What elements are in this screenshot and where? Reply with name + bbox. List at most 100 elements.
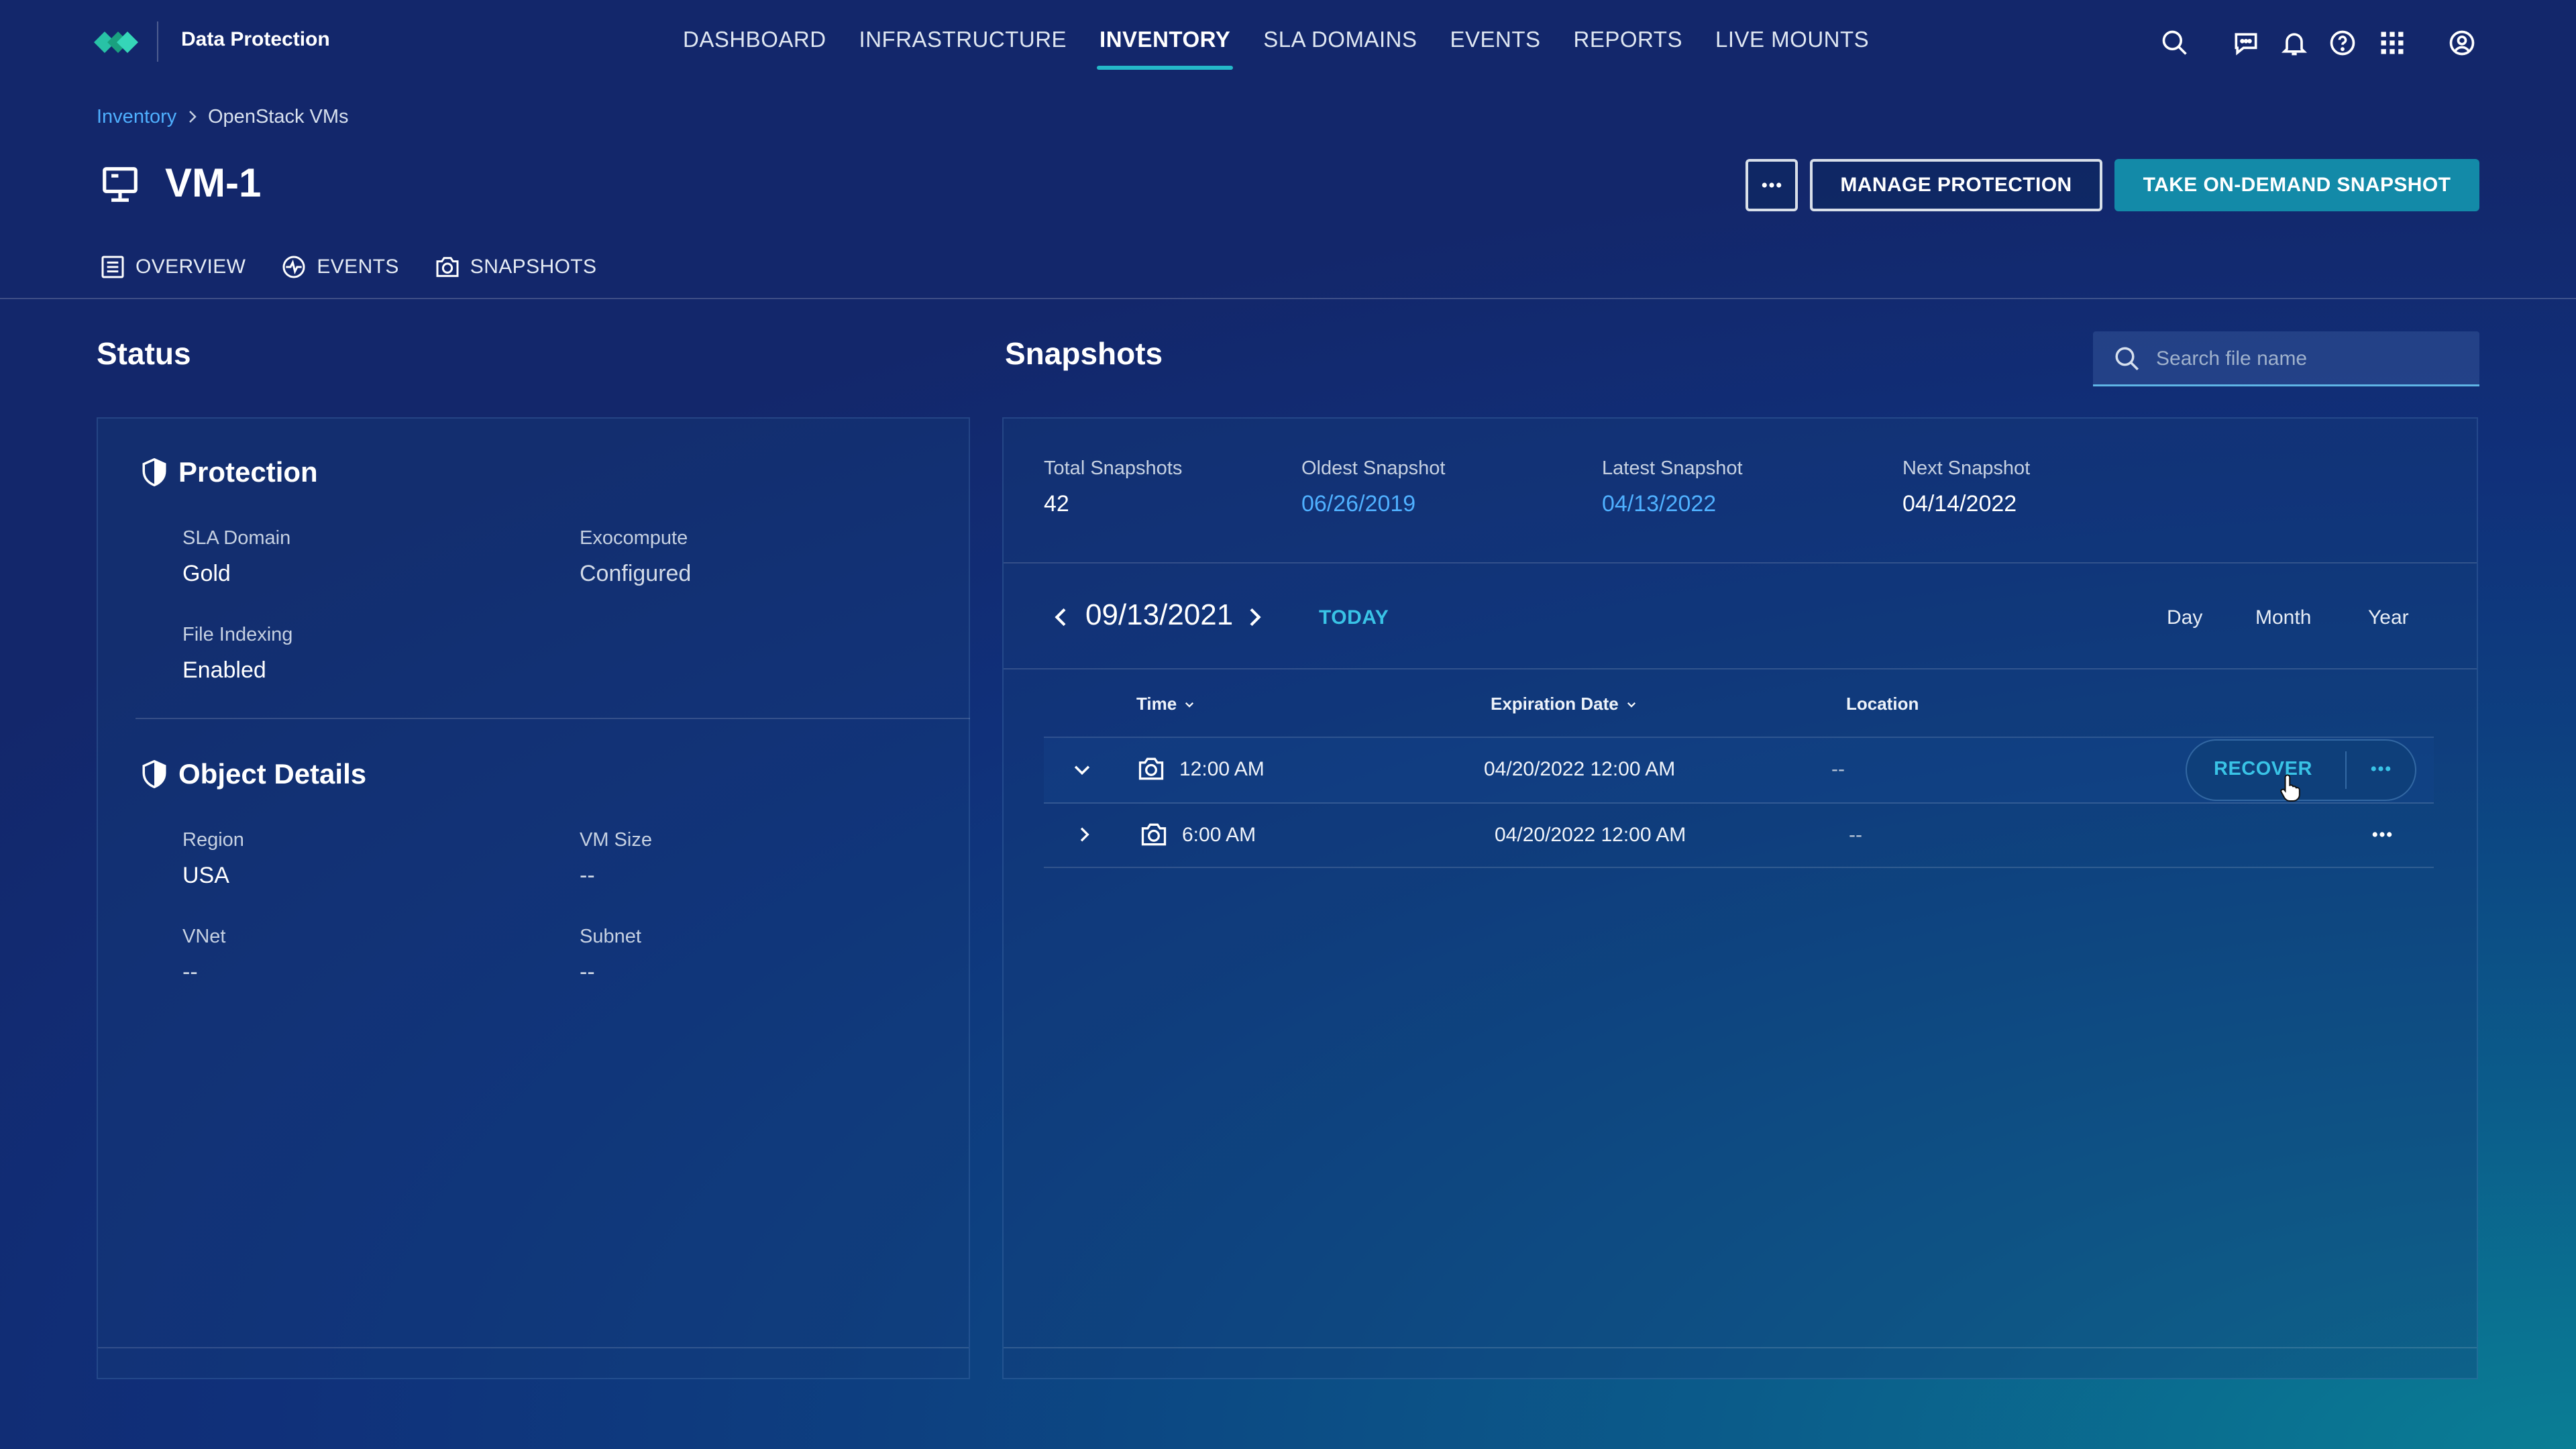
search-file-box	[2093, 331, 2479, 386]
shield-icon	[142, 458, 166, 486]
list-icon	[101, 256, 124, 278]
search-icon	[2115, 347, 2139, 370]
status-heading: Status	[97, 336, 191, 371]
calendar-divider	[1004, 668, 2477, 669]
next-day-icon[interactable]	[1241, 604, 1268, 631]
exocompute-value: Configured	[580, 561, 692, 586]
recover-divider	[2345, 751, 2347, 789]
snapshots-panel-footer-rule	[1004, 1347, 2477, 1348]
subnet-value: --	[580, 959, 595, 985]
summary-divider	[1004, 562, 2477, 564]
tab-overview-label: OVERVIEW	[136, 256, 246, 278]
view-day-button[interactable]: Day	[2167, 606, 2202, 629]
search-file-input[interactable]	[2155, 342, 2466, 376]
breadcrumb-current: OpenStack VMs	[208, 106, 349, 127]
page-title: VM-1	[165, 160, 262, 205]
vm-size-label: VM Size	[580, 829, 652, 851]
region-label: Region	[182, 829, 244, 851]
protection-heading: Protection	[142, 456, 318, 488]
nav-events[interactable]: EVENTS	[1450, 27, 1540, 70]
next-snapshot-label: Next Snapshot	[1902, 458, 2031, 479]
column-expiration-date[interactable]: Expiration Date	[1491, 694, 1638, 714]
row-time: 12:00 AM	[1179, 758, 1265, 780]
snapshots-heading: Snapshots	[1005, 336, 1163, 371]
oldest-snapshot-link[interactable]: 06/26/2019	[1301, 491, 1415, 517]
top-bar: Data Protection DASHBOARD INFRASTRUCTURE…	[0, 0, 2576, 86]
user-account-icon[interactable]	[2447, 28, 2477, 58]
page-tabs: OVERVIEW EVENTS SNAPSHOTS	[99, 254, 596, 280]
view-year-button[interactable]: Year	[2368, 606, 2409, 629]
camera-icon	[1141, 823, 1167, 846]
tab-events-label: EVENTS	[317, 256, 399, 278]
more-horizontal-icon	[1762, 182, 1782, 188]
tab-snapshots[interactable]: SNAPSHOTS	[434, 254, 597, 280]
protection-heading-label: Protection	[178, 456, 318, 488]
sort-down-icon	[1185, 702, 1194, 708]
take-on-demand-snapshot-button[interactable]: TAKE ON-DEMAND SNAPSHOT	[2114, 159, 2479, 211]
row-expiration: 04/20/2022 12:00 AM	[1484, 758, 1676, 780]
row-location: --	[1831, 758, 1845, 780]
subnet-label: Subnet	[580, 926, 641, 947]
chevron-down-icon[interactable]	[1071, 758, 1093, 781]
object-details-heading-label: Object Details	[178, 758, 367, 790]
nav-dashboard[interactable]: DASHBOARD	[683, 27, 826, 70]
row-location: --	[1849, 824, 1862, 846]
tab-events[interactable]: EVENTS	[280, 254, 398, 280]
nav-reports[interactable]: REPORTS	[1574, 27, 1682, 70]
previous-day-icon[interactable]	[1048, 604, 1075, 631]
activity-icon	[282, 256, 305, 278]
breadcrumb-inventory-link[interactable]: Inventory	[97, 106, 176, 128]
nav-infrastructure[interactable]: INFRASTRUCTURE	[859, 27, 1067, 70]
file-indexing-value: Enabled	[182, 657, 266, 683]
logo-icon[interactable]	[94, 27, 138, 58]
more-horizontal-icon[interactable]	[2369, 765, 2392, 772]
selected-date: 09/13/2021	[1085, 598, 1234, 631]
nav-live-mounts[interactable]: LIVE MOUNTS	[1715, 27, 1869, 70]
manage-protection-button[interactable]: MANAGE PROTECTION	[1810, 159, 2102, 211]
chevron-right-icon	[189, 111, 197, 123]
column-location: Location	[1846, 694, 1919, 714]
column-time[interactable]: Time	[1136, 694, 1195, 714]
oldest-snapshot-label: Oldest Snapshot	[1301, 458, 1446, 479]
main-nav: DASHBOARD INFRASTRUCTURE INVENTORY SLA D…	[683, 27, 1869, 70]
search-icon[interactable]	[2160, 28, 2190, 58]
vnet-label: VNet	[182, 926, 226, 947]
status-panel-footer-rule	[98, 1347, 969, 1348]
file-indexing-label: File Indexing	[182, 624, 293, 645]
chevron-right-icon[interactable]	[1073, 824, 1095, 845]
camera-icon	[436, 257, 459, 277]
next-snapshot-value: 04/14/2022	[1902, 491, 2017, 517]
chat-icon[interactable]	[2231, 28, 2261, 58]
latest-snapshot-label: Latest Snapshot	[1602, 458, 1743, 479]
column-expiration-label: Expiration Date	[1491, 694, 1619, 714]
vm-size-value: --	[580, 863, 595, 888]
view-month-button[interactable]: Month	[2255, 606, 2311, 629]
tabs-divider	[0, 298, 2576, 299]
cursor-hand-icon	[2280, 774, 2300, 802]
today-button[interactable]: TODAY	[1319, 606, 1389, 629]
row-time: 6:00 AM	[1182, 824, 1256, 846]
bell-icon[interactable]	[2279, 28, 2309, 58]
more-options-button[interactable]	[1746, 159, 1798, 211]
nav-inventory[interactable]: INVENTORY	[1097, 27, 1234, 70]
latest-snapshot-link[interactable]: 04/13/2022	[1602, 491, 1716, 517]
brand-divider	[157, 21, 158, 62]
nav-sla-domains[interactable]: SLA DOMAINS	[1263, 27, 1417, 70]
sla-domain-label: SLA Domain	[182, 527, 291, 549]
tab-snapshots-label: SNAPSHOTS	[470, 256, 597, 278]
row-expiration: 04/20/2022 12:00 AM	[1495, 824, 1686, 846]
help-icon[interactable]	[2328, 28, 2357, 58]
monitor-icon	[103, 167, 138, 202]
apps-grid-icon[interactable]	[2377, 28, 2407, 58]
more-horizontal-icon[interactable]	[2371, 831, 2394, 838]
status-divider	[136, 718, 970, 719]
sla-domain-value: Gold	[182, 561, 231, 586]
shield-icon	[142, 760, 166, 788]
region-value: USA	[182, 863, 229, 888]
column-time-label: Time	[1136, 694, 1177, 714]
camera-icon	[1138, 757, 1164, 780]
brand-name: Data Protection	[181, 28, 330, 50]
exocompute-label: Exocompute	[580, 527, 688, 549]
total-snapshots-label: Total Snapshots	[1044, 458, 1183, 479]
tab-overview[interactable]: OVERVIEW	[99, 254, 246, 280]
